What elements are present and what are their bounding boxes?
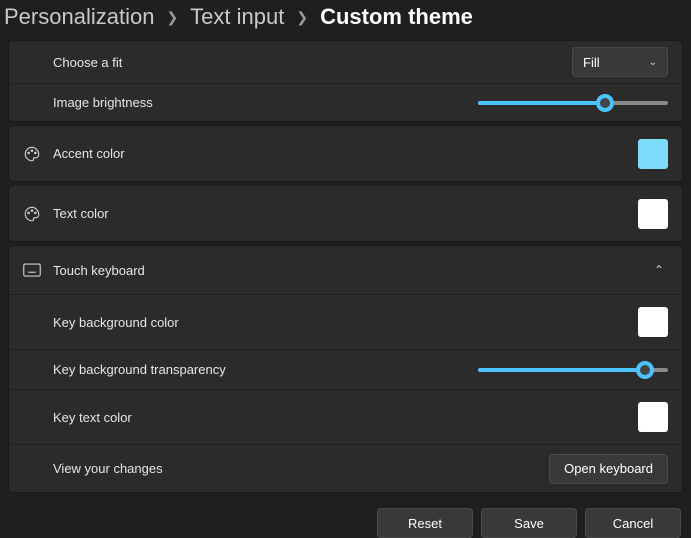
- footer-actions: Reset Save Cancel: [0, 496, 691, 538]
- image-brightness-slider[interactable]: [478, 93, 668, 113]
- chevron-down-icon: ⌄: [649, 57, 657, 68]
- fit-brightness-panel: Choose a fit Fill ⌄ Image brightness: [8, 40, 683, 122]
- text-color-label: Text color: [53, 206, 638, 221]
- touch-keyboard-header[interactable]: Touch keyboard ⌃: [9, 246, 682, 294]
- slider-thumb[interactable]: [596, 94, 614, 112]
- open-keyboard-button[interactable]: Open keyboard: [549, 454, 668, 484]
- choose-fit-row: Choose a fit Fill ⌄: [9, 41, 682, 83]
- slider-thumb[interactable]: [636, 361, 654, 379]
- choose-fit-select[interactable]: Fill ⌄: [572, 47, 668, 77]
- touch-keyboard-label: Touch keyboard: [53, 263, 650, 278]
- view-changes-row: View your changes Open keyboard: [9, 444, 682, 492]
- key-bg-transparency-slider[interactable]: [478, 360, 668, 380]
- touch-keyboard-panel: Touch keyboard ⌃ Key background color Ke…: [8, 245, 683, 493]
- view-changes-label: View your changes: [53, 461, 549, 476]
- text-color-row: Text color: [9, 186, 682, 241]
- slider-fill: [478, 368, 645, 372]
- save-button[interactable]: Save: [481, 508, 577, 538]
- palette-icon: [23, 205, 53, 223]
- choose-fit-value: Fill: [583, 55, 600, 70]
- chevron-right-icon: ❯: [166, 9, 178, 26]
- breadcrumb-text-input[interactable]: Text input: [190, 4, 284, 30]
- choose-fit-label: Choose a fit: [53, 55, 572, 70]
- reset-button[interactable]: Reset: [377, 508, 473, 538]
- accent-color-panel: Accent color: [8, 125, 683, 182]
- breadcrumb-current: Custom theme: [320, 4, 473, 30]
- key-bg-transparency-label: Key background transparency: [53, 362, 478, 377]
- chevron-right-icon: ❯: [296, 9, 308, 26]
- accent-color-label: Accent color: [53, 146, 638, 161]
- key-bg-color-swatch[interactable]: [638, 307, 668, 337]
- palette-icon: [23, 145, 53, 163]
- key-text-color-label: Key text color: [53, 410, 638, 425]
- accent-color-swatch[interactable]: [638, 139, 668, 169]
- key-bg-transparency-row: Key background transparency: [9, 349, 682, 389]
- keyboard-icon: [23, 263, 53, 277]
- image-brightness-label: Image brightness: [53, 95, 478, 110]
- key-text-color-row: Key text color: [9, 389, 682, 444]
- accent-color-row: Accent color: [9, 126, 682, 181]
- key-bg-color-label: Key background color: [53, 315, 638, 330]
- key-text-color-swatch[interactable]: [638, 402, 668, 432]
- chevron-up-icon: ⌃: [650, 259, 668, 281]
- slider-fill: [478, 101, 605, 105]
- key-bg-color-row: Key background color: [9, 294, 682, 349]
- breadcrumb-personalization[interactable]: Personalization: [4, 4, 154, 30]
- cancel-button[interactable]: Cancel: [585, 508, 681, 538]
- breadcrumb: Personalization ❯ Text input ❯ Custom th…: [0, 0, 691, 40]
- text-color-swatch[interactable]: [638, 199, 668, 229]
- image-brightness-row: Image brightness: [9, 83, 682, 121]
- text-color-panel: Text color: [8, 185, 683, 242]
